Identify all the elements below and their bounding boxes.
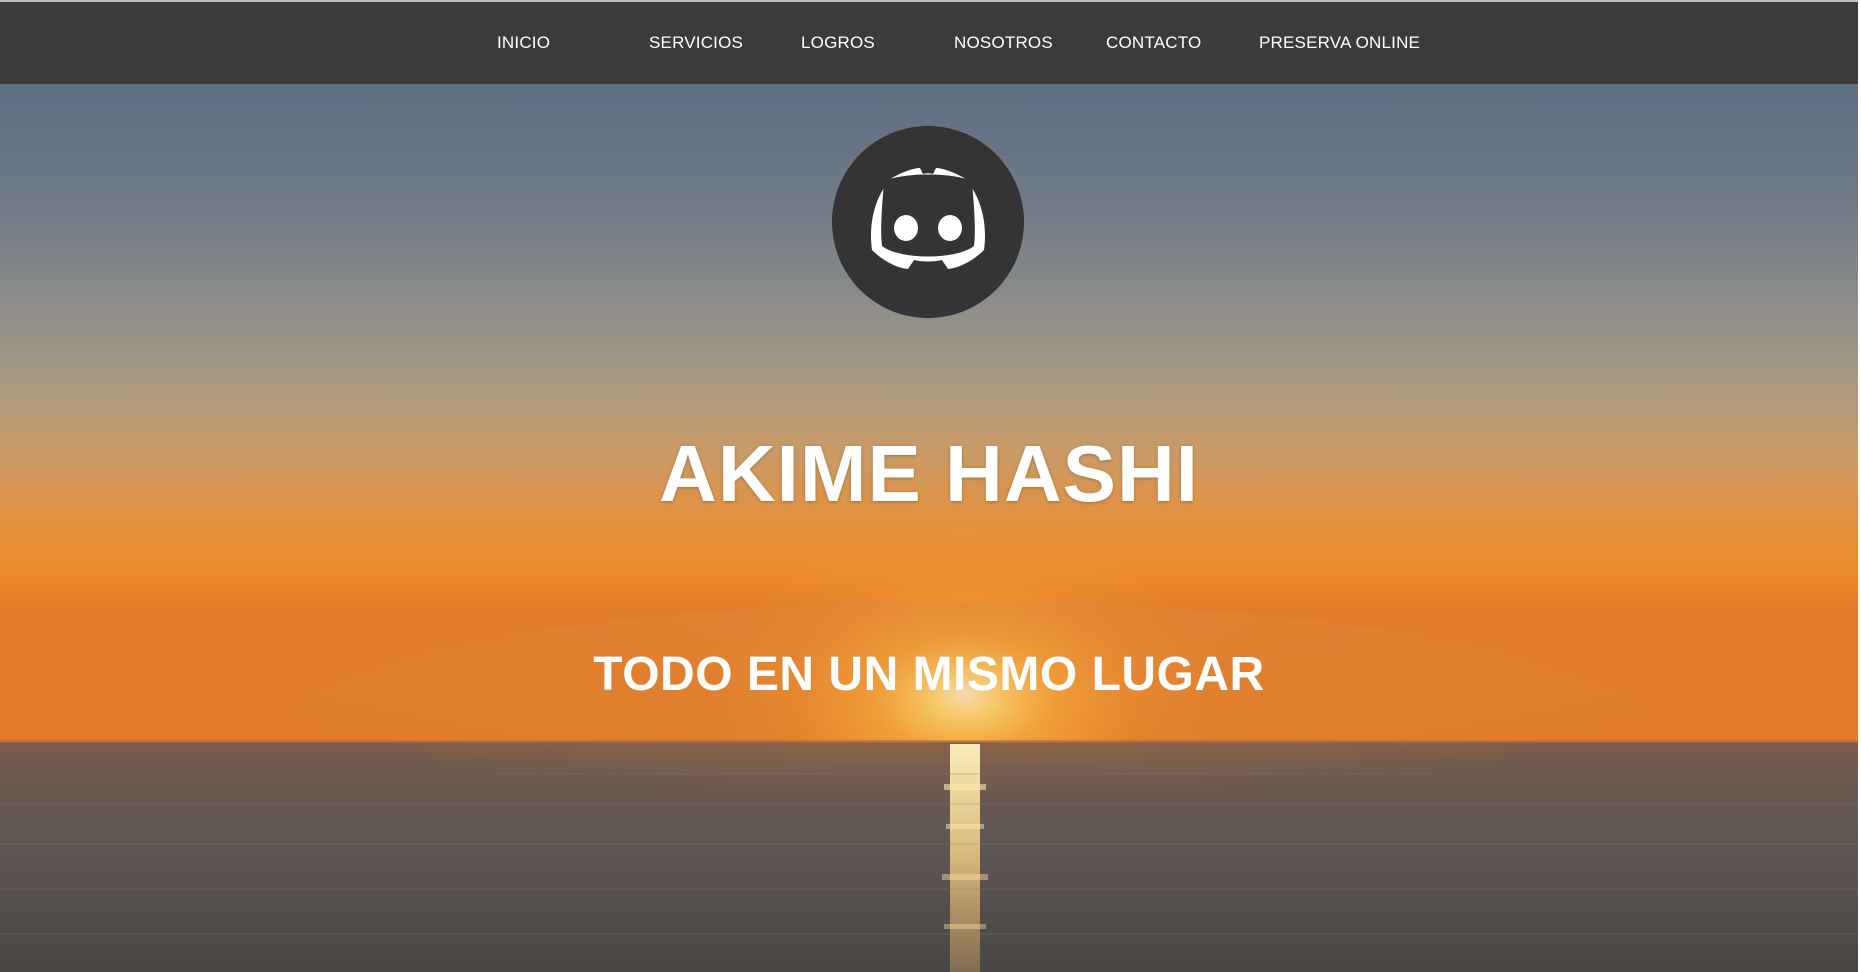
hero-section: AKIME HASHI TODO EN UN MISMO LUGAR (0, 84, 1858, 972)
page: INICIO SERVICIOS LOGROS NOSOTROS CONTACT… (0, 0, 1858, 972)
hero-title: AKIME HASHI (659, 429, 1199, 518)
nav-item-logros[interactable]: LOGROS (801, 33, 875, 53)
nav-item-preserva-online[interactable]: PRESERVA ONLINE (1259, 33, 1420, 53)
nav-item-nosotros[interactable]: NOSOTROS (954, 33, 1053, 53)
hero-subtitle: TODO EN UN MISMO LUGAR (593, 648, 1265, 701)
top-navbar: INICIO SERVICIOS LOGROS NOSOTROS CONTACT… (0, 2, 1858, 84)
nav-item-contacto[interactable]: CONTACTO (1106, 33, 1201, 53)
nav-item-inicio[interactable]: INICIO (497, 33, 550, 53)
nav-item-servicios[interactable]: SERVICIOS (649, 33, 743, 53)
discord-logo-icon[interactable] (832, 126, 1024, 318)
